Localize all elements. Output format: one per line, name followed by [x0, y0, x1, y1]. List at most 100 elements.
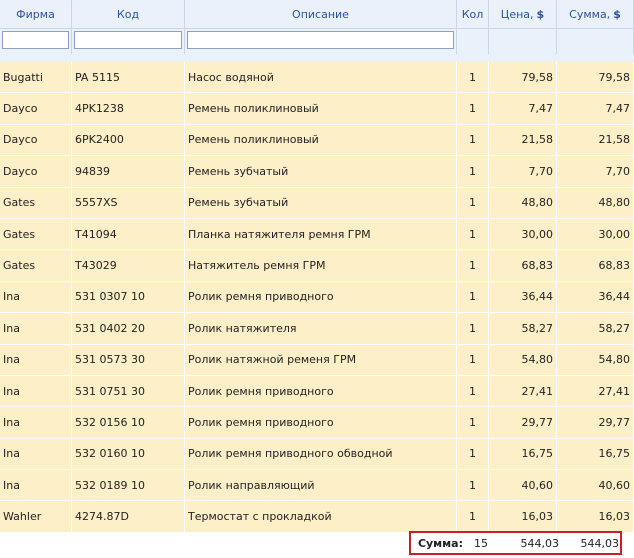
sum-cell: 7,70: [557, 156, 634, 187]
code-cell: 4274.87D: [72, 501, 185, 532]
firm-cell: Ina: [0, 344, 72, 375]
grid-header: Фирма Код Описание Кол Цена, $ Сумма, $: [0, 0, 634, 29]
description-cell: Ролик натяжной ременя ГРМ: [185, 344, 457, 375]
table-row[interactable]: Ina 531 0751 30 Ролик ремня приводного 1 27,…: [0, 375, 634, 408]
code-cell: T41094: [72, 218, 185, 250]
sum-cell: 30,00: [557, 218, 634, 250]
code-cell: PA 5115: [72, 62, 185, 93]
sum-cell: 16,03: [557, 501, 634, 532]
qty-cell: 1: [457, 407, 489, 438]
price-cell: 7,47: [489, 93, 557, 124]
sum-cell: 58,27: [557, 313, 634, 344]
totals-label: Сумма:: [417, 536, 463, 550]
grid-body: Bugatti PA 5115 Насос водяной 1 79,58 79,58 Da…: [0, 62, 634, 533]
description-cell: Ролик ремня приводного обводной: [185, 438, 457, 470]
sum-cell: 36,44: [557, 281, 634, 313]
firm-cell: Ina: [0, 470, 72, 501]
table-row[interactable]: Ina 531 0307 10 Ролик ремня приводного 1 36,…: [0, 281, 634, 314]
table-row[interactable]: Dayco 94839 Ремень зубчатый 1 7,70 7,70: [0, 156, 634, 188]
code-cell: 532 0189 10: [72, 470, 185, 501]
sum-cell: 29,77: [557, 407, 634, 438]
description-cell: Ролик ремня приводного: [185, 407, 457, 438]
price-cell: 16,75: [489, 438, 557, 470]
totals-sum: 544,03: [580, 536, 620, 550]
column-header-qty[interactable]: Кол: [457, 0, 489, 28]
firm-cell: Gates: [0, 218, 72, 250]
sum-cell: 40,60: [557, 470, 634, 501]
table-row[interactable]: Ina 532 0156 10 Ролик ремня приводного 1 29,…: [0, 407, 634, 439]
sum-cell: 54,80: [557, 344, 634, 375]
code-cell: 94839: [72, 156, 185, 187]
firm-cell: Dayco: [0, 156, 72, 187]
price-currency-label: $: [536, 7, 545, 21]
code-cell: 6PK2400: [72, 124, 185, 156]
firm-cell: Ina: [0, 407, 72, 438]
column-header-sum-label: Сумма,: [569, 7, 611, 21]
sum-cell: 21,58: [557, 124, 634, 156]
price-cell: 16,03: [489, 501, 557, 532]
table-row[interactable]: Dayco 4PK1238 Ремень поликлиновый 1 7,47 7,47: [0, 93, 634, 125]
qty-cell: 1: [457, 375, 489, 407]
column-header-code-label: Код: [116, 7, 140, 21]
description-cell: Натяжитель ремня ГРМ: [185, 250, 457, 281]
price-cell: 21,58: [489, 124, 557, 156]
column-header-sum[interactable]: Сумма, $: [557, 0, 634, 28]
sum-cell: 16,75: [557, 438, 634, 470]
filter-firm-input[interactable]: [2, 31, 69, 49]
filter-code-input[interactable]: [74, 31, 182, 49]
firm-cell: Ina: [0, 438, 72, 470]
description-cell: Ремень зубчатый: [185, 187, 457, 218]
filter-cell-sum: [557, 29, 634, 54]
firm-cell: Ina: [0, 281, 72, 313]
table-row[interactable]: Ina 532 0189 10 Ролик направляющий 1 40,60 40…: [0, 470, 634, 502]
description-cell: Ремень зубчатый: [185, 156, 457, 187]
column-header-code[interactable]: Код: [72, 0, 185, 28]
code-cell: 531 0307 10: [72, 281, 185, 313]
table-row[interactable]: Gates 5557XS Ремень зубчатый 1 48,80 48,80: [0, 187, 634, 219]
description-cell: Термостат с прокладкой: [185, 501, 457, 532]
header-spacer: [0, 54, 634, 62]
table-row[interactable]: Gates T43029 Натяжитель ремня ГРМ 1 68,83 68,…: [0, 250, 634, 282]
qty-cell: 1: [457, 438, 489, 470]
description-cell: Ролик натяжителя: [185, 313, 457, 344]
sum-cell: 68,83: [557, 250, 634, 281]
qty-cell: 1: [457, 344, 489, 375]
firm-cell: Wahler: [0, 501, 72, 532]
qty-cell: 1: [457, 62, 489, 93]
filter-description-input[interactable]: [187, 31, 454, 49]
qty-cell: 1: [457, 470, 489, 501]
firm-cell: Bugatti: [0, 62, 72, 93]
sum-cell: 7,47: [557, 93, 634, 124]
column-header-description[interactable]: Описание: [185, 0, 457, 28]
code-cell: 531 0573 30: [72, 344, 185, 375]
table-row[interactable]: Wahler 4274.87D Термостат с прокладкой 1 16,…: [0, 501, 634, 533]
qty-cell: 1: [457, 501, 489, 532]
description-cell: Ремень поликлиновый: [185, 124, 457, 156]
description-cell: Ролик направляющий: [185, 470, 457, 501]
table-row[interactable]: Ina 531 0402 20 Ролик натяжителя 1 58,27 58,2…: [0, 313, 634, 345]
description-cell: Планка натяжителя ремня ГРМ: [185, 218, 457, 250]
code-cell: 531 0751 30: [72, 375, 185, 407]
column-header-firm[interactable]: Фирма: [0, 0, 72, 28]
code-cell: T43029: [72, 250, 185, 281]
column-header-qty-label: Кол: [461, 7, 484, 21]
table-row[interactable]: Dayco 6PK2400 Ремень поликлиновый 1 21,58 21,…: [0, 124, 634, 157]
price-cell: 30,00: [489, 218, 557, 250]
table-row[interactable]: Ina 531 0573 30 Ролик натяжной ременя ГРМ 1…: [0, 344, 634, 376]
column-header-price[interactable]: Цена, $: [489, 0, 557, 28]
filter-cell-price: [489, 29, 557, 54]
description-cell: Ремень поликлиновый: [185, 93, 457, 124]
filter-cell-qty: [457, 29, 489, 54]
totals-price: 544,03: [520, 536, 560, 550]
filter-cell-code: [72, 29, 185, 54]
qty-cell: 1: [457, 218, 489, 250]
firm-cell: Gates: [0, 250, 72, 281]
qty-cell: 1: [457, 156, 489, 187]
column-header-price-label: Цена,: [500, 7, 534, 21]
filter-cell-firm: [0, 29, 72, 54]
firm-cell: Gates: [0, 187, 72, 218]
table-row[interactable]: Gates T41094 Планка натяжителя ремня ГРМ 1 3…: [0, 218, 634, 251]
table-row[interactable]: Ina 532 0160 10 Ролик ремня приводного обв…: [0, 438, 634, 471]
table-row[interactable]: Bugatti PA 5115 Насос водяной 1 79,58 79,58: [0, 62, 634, 94]
firm-cell: Ina: [0, 375, 72, 407]
